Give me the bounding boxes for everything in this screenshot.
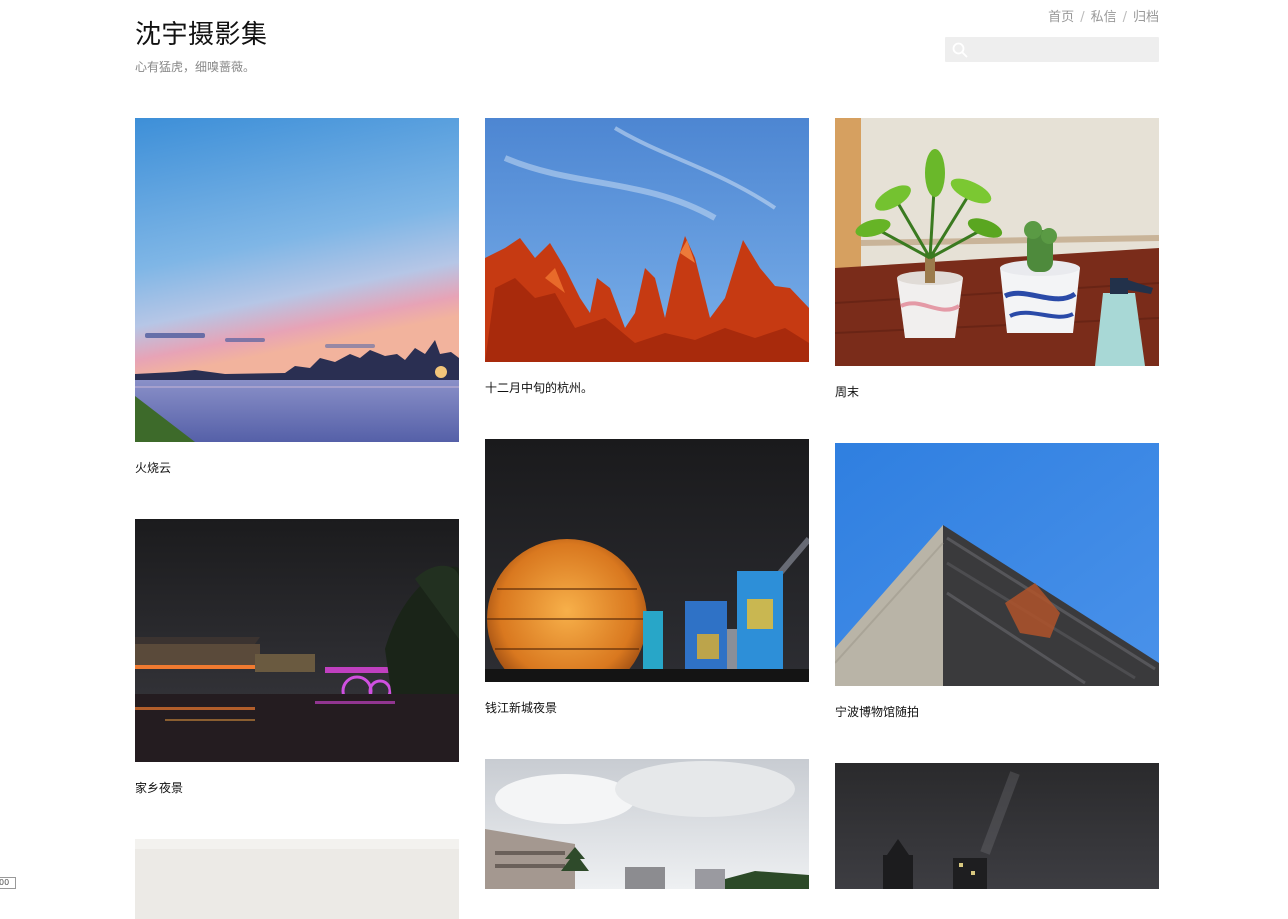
post-photo-potted-plants[interactable] [835, 118, 1159, 366]
nav-home-link[interactable]: 首页 [1048, 9, 1074, 26]
post-photo-city-night[interactable] [485, 439, 809, 682]
post-photo-museum[interactable] [835, 443, 1159, 686]
post-caption[interactable]: 家乡夜景 [135, 780, 459, 796]
post-photo[interactable] [835, 763, 1159, 889]
post-card [485, 759, 809, 889]
post-card [835, 763, 1159, 889]
site-title[interactable]: 沈宇摄影集 [135, 18, 268, 52]
post-photo[interactable] [485, 759, 809, 889]
top-nav: 首页 / 私信 / 归档 [1048, 9, 1159, 26]
search-box[interactable] [945, 37, 1159, 62]
search-icon[interactable] [952, 42, 968, 58]
post-photo-hometown-night[interactable] [135, 519, 459, 762]
nav-separator: / [1080, 10, 1085, 25]
nav-archive-link[interactable]: 归档 [1133, 9, 1159, 26]
nav-separator: / [1122, 10, 1127, 25]
post-card: 宁波博物馆随拍 [835, 443, 1159, 720]
site-tagline: 心有猛虎，细嗅蔷薇。 [135, 60, 256, 74]
post-caption[interactable]: 十二月中旬的杭州。 [485, 380, 809, 396]
post-card: 十二月中旬的杭州。 [485, 118, 809, 396]
post-card [135, 839, 459, 919]
nav-message-link[interactable]: 私信 [1091, 9, 1117, 26]
post-caption[interactable]: 火烧云 [135, 460, 459, 476]
search-input[interactable] [973, 37, 1157, 62]
post-caption[interactable]: 钱江新城夜景 [485, 700, 809, 716]
post-photo[interactable] [135, 839, 459, 919]
post-card: 家乡夜景 [135, 519, 459, 796]
post-caption[interactable]: 宁波博物馆随拍 [835, 704, 1159, 720]
post-photo-sunset-river[interactable] [135, 118, 459, 442]
post-card: 周末 [835, 118, 1159, 400]
post-card: 钱江新城夜景 [485, 439, 809, 716]
post-caption[interactable]: 周末 [835, 384, 1159, 400]
post-card: 火烧云 [135, 118, 459, 476]
post-photo-red-trees[interactable] [485, 118, 809, 362]
corner-label: 00 [0, 877, 16, 889]
site-header: 沈宇摄影集 心有猛虎，细嗅蔷薇。 首页 / 私信 / 归档 [0, 0, 1288, 100]
